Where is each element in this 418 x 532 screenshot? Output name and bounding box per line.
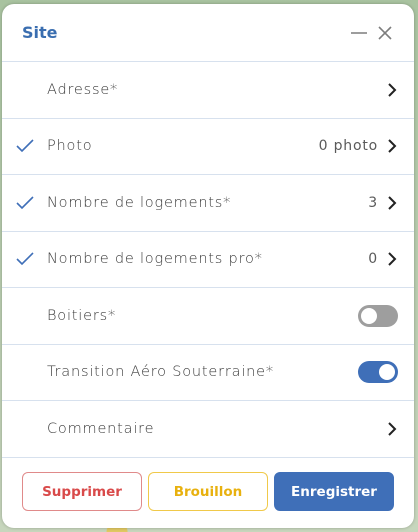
check-icon <box>15 139 34 153</box>
row-label: Boitiers* <box>47 307 116 324</box>
row-nombre-logements[interactable]: Nombre de logements* 3 <box>2 175 414 232</box>
check-icon <box>15 252 34 266</box>
row-label: Adresse* <box>47 81 119 98</box>
save-button[interactable]: Enregistrer <box>274 472 394 511</box>
row-label: Commentaire <box>47 420 155 437</box>
check-cell <box>2 252 47 266</box>
check-cell <box>2 139 47 153</box>
row-adresse[interactable]: Adresse* <box>2 62 414 119</box>
check-icon <box>15 196 34 209</box>
chevron-right-icon[interactable] <box>386 251 398 267</box>
row-value: 3 <box>368 194 378 211</box>
row-label: Nombre de logements pro* <box>47 251 263 268</box>
toggle-knob <box>379 364 395 381</box>
row-label: Transition Aéro Souterraine* <box>47 364 274 381</box>
chevron-right-icon[interactable] <box>386 138 398 154</box>
row-value: 0 photo <box>318 138 378 155</box>
row-photo[interactable]: Photo 0 photo <box>2 119 414 175</box>
row-commentaire[interactable]: Commentaire <box>2 401 414 458</box>
row-nombre-logements-pro[interactable]: Nombre de logements pro* 0 <box>2 232 414 288</box>
boitiers-toggle[interactable] <box>358 304 398 327</box>
transition-toggle[interactable] <box>358 361 398 384</box>
row-value: 0 <box>368 251 378 268</box>
minimize-icon[interactable] <box>350 24 368 42</box>
check-cell <box>2 196 47 210</box>
row-transition-aero-souterraine: Transition Aéro Souterraine* <box>2 345 414 401</box>
row-label: Nombre de logements* <box>47 194 232 211</box>
close-icon[interactable] <box>376 24 394 42</box>
row-label: Photo <box>47 138 93 155</box>
chevron-right-icon[interactable] <box>386 421 398 437</box>
row-boitiers: Boitiers* <box>2 288 414 345</box>
draft-button[interactable]: Brouillon <box>148 472 268 511</box>
chevron-right-icon[interactable] <box>386 82 398 98</box>
panel-title: Site <box>22 23 58 42</box>
panel-footer: Supprimer Brouillon Enregistrer <box>2 458 414 526</box>
site-panel: Site Adresse* Photo 0 photo Nombre de lo… <box>2 4 414 528</box>
delete-button[interactable]: Supprimer <box>22 472 142 511</box>
chevron-right-icon[interactable] <box>386 195 398 211</box>
panel-header: Site <box>2 4 414 62</box>
toggle-knob <box>361 307 377 324</box>
